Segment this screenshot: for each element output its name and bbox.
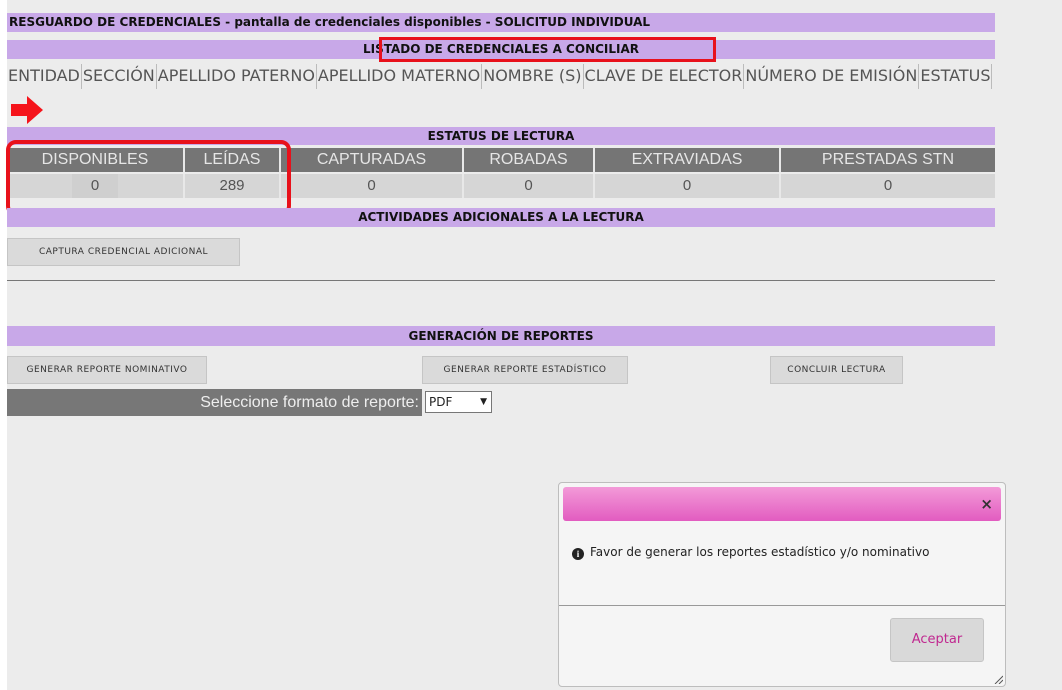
page: RESGUARDO DE CREDENCIALES - pantalla de … xyxy=(6,0,1062,690)
generate-nominal-report-button[interactable]: GENERAR REPORTE NOMINATIVO xyxy=(7,356,207,384)
capture-additional-button[interactable]: CAPTURA CREDENCIAL ADICIONAL xyxy=(7,238,240,266)
status-header-row: DISPONIBLES LEÍDAS CAPTURADAS ROBADAS EX… xyxy=(7,148,995,172)
status-value-row: 0 289 0 0 0 0 xyxy=(7,174,995,198)
credentials-table-header: ENTIDAD SECCIÓN APELLIDO PATERNO APELLID… xyxy=(7,64,1062,89)
accept-button[interactable]: Aceptar xyxy=(890,618,984,662)
status-value-robadas: 0 xyxy=(464,174,595,198)
info-icon: i xyxy=(572,548,584,560)
column-apellido-paterno[interactable]: APELLIDO PATERNO xyxy=(157,64,317,89)
report-format-value: PDF xyxy=(429,395,453,409)
status-header-prestadas: PRESTADAS STN xyxy=(781,148,995,172)
column-apellido-materno[interactable]: APELLIDO MATERNO xyxy=(317,64,483,89)
section-divider xyxy=(7,280,995,281)
status-value-leidas: 289 xyxy=(185,174,281,198)
column-nombre[interactable]: NOMBRE (S) xyxy=(482,64,584,89)
alert-dialog: × i Favor de generar los reportes estadís… xyxy=(558,482,1006,687)
column-estatus[interactable]: ESTATUS xyxy=(919,64,993,89)
chevron-down-icon[interactable]: ▼ xyxy=(480,392,487,412)
right-arrow-icon xyxy=(11,96,43,124)
status-header-robadas: ROBADAS xyxy=(464,148,595,172)
status-section-title: ESTATUS DE LECTURA xyxy=(7,127,995,145)
conclude-reading-button[interactable]: CONCLUIR LECTURA xyxy=(770,356,903,384)
status-header-extraviadas: EXTRAVIADAS xyxy=(595,148,781,172)
status-header-disponibles: DISPONIBLES xyxy=(7,148,185,172)
dialog-message: i Favor de generar los reportes estadísti… xyxy=(572,545,929,560)
status-header-capturadas: CAPTURADAS xyxy=(281,148,464,172)
status-value-disponibles-text: 0 xyxy=(72,174,118,198)
dialog-divider xyxy=(559,605,1005,606)
reports-section-title: GENERACIÓN DE REPORTES xyxy=(7,326,995,346)
report-format-label: Seleccione formato de reporte: xyxy=(7,389,422,416)
status-header-leidas: LEÍDAS xyxy=(185,148,281,172)
column-numero-emision[interactable]: NÚMERO DE EMISIÓN xyxy=(744,64,920,89)
status-value-prestadas: 0 xyxy=(781,174,995,198)
status-value-capturadas: 0 xyxy=(281,174,464,198)
column-entidad[interactable]: ENTIDAD xyxy=(7,64,82,89)
status-value-disponibles: 0 xyxy=(7,174,185,198)
resize-grip-icon[interactable] xyxy=(993,674,1003,684)
dialog-message-text: Favor de generar los reportes estadístic… xyxy=(590,545,930,559)
report-format-select[interactable]: PDF ▼ xyxy=(425,391,492,413)
dialog-header: × xyxy=(563,487,1001,521)
status-value-extraviadas: 0 xyxy=(595,174,781,198)
generate-statistic-report-button[interactable]: GENERAR REPORTE ESTADÍSTICO xyxy=(422,356,628,384)
page-title: RESGUARDO DE CREDENCIALES - pantalla de … xyxy=(7,13,995,32)
activities-section-title: ACTIVIDADES ADICIONALES A LA LECTURA xyxy=(7,208,995,227)
list-title: LISTADO DE CREDENCIALES A CONCILIAR xyxy=(7,40,995,59)
close-icon[interactable]: × xyxy=(980,495,993,513)
column-clave-elector[interactable]: CLAVE DE ELECTOR xyxy=(584,64,745,89)
column-seccion[interactable]: SECCIÓN xyxy=(82,64,157,89)
